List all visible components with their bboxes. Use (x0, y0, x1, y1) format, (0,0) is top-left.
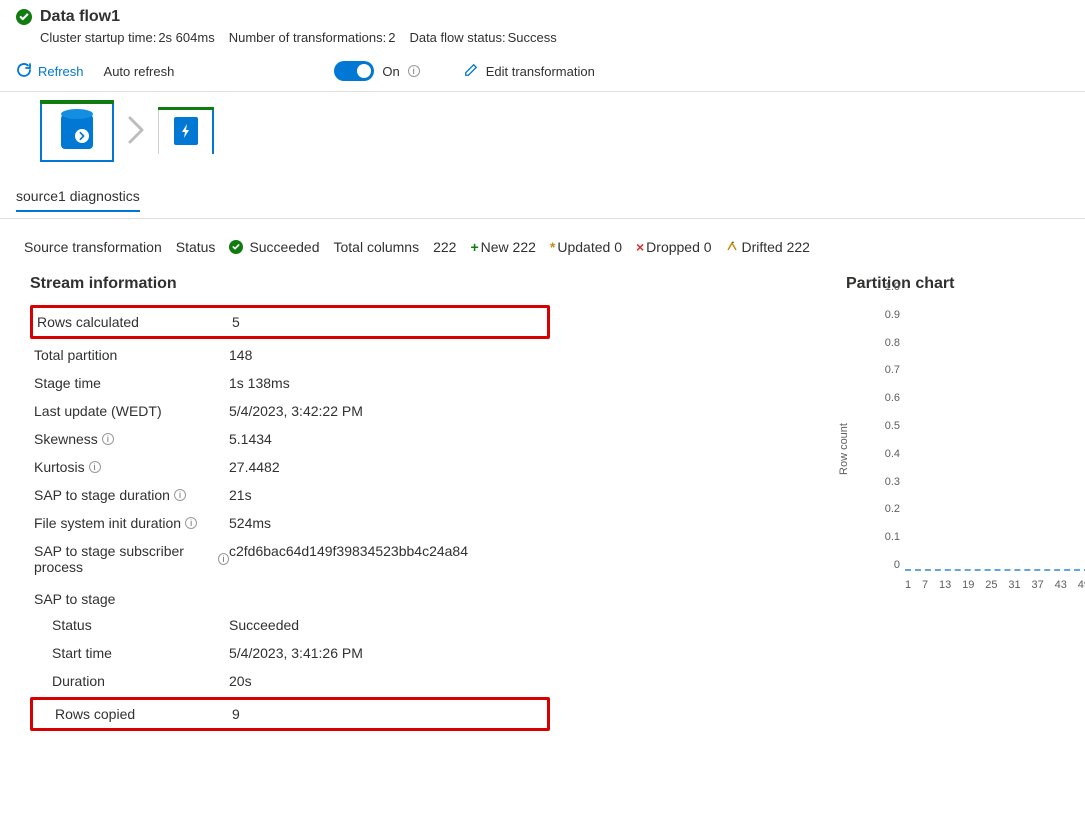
new-stat: +New 222 (470, 239, 535, 255)
rows-copied-row: Rows copied 9 (30, 697, 550, 731)
pencil-icon (464, 63, 478, 80)
toggle-on-label: On (382, 64, 399, 79)
info-icon[interactable]: i (218, 553, 229, 565)
stream-info-table: Rows calculated 5 Total partition 148 St… (30, 305, 550, 731)
last-update-row: Last update (WEDT) 5/4/2023, 3:42:22 PM (30, 397, 550, 425)
sub-start-row: Start time 5/4/2023, 3:41:26 PM (30, 639, 550, 667)
stage-time-row: Stage time 1s 138ms (30, 369, 550, 397)
total-partition-row: Total partition 148 (30, 341, 550, 369)
info-icon[interactable]: i (174, 489, 186, 501)
refresh-button[interactable]: Refresh (16, 62, 84, 81)
flow-sink-node[interactable] (158, 108, 214, 154)
sub-status-row: Status Succeeded (30, 611, 550, 639)
fs-init-duration-row: File system init durationi 524ms (30, 509, 550, 537)
sap-subscriber-row: SAP to stage subscriber processi c2fd6ba… (30, 537, 550, 581)
flow-source-node[interactable] (40, 100, 114, 162)
chart-y-label: Row count (838, 423, 850, 475)
sub-duration-row: Duration 20s (30, 667, 550, 695)
edit-transformation-button[interactable]: Edit transformation (464, 63, 595, 80)
partition-chart: Row count 00.10.20.30.40.50.60.70.80.91.… (850, 299, 1085, 599)
flow-diagram (0, 92, 1085, 178)
info-icon[interactable]: i (102, 433, 114, 445)
total-columns-value: 222 (433, 239, 456, 255)
total-columns-label: Total columns (334, 239, 420, 255)
sap-to-stage-title: SAP to stage (30, 591, 550, 607)
updated-stat: *Updated 0 (550, 239, 622, 255)
status-value: Succeeded (229, 239, 319, 255)
status-label: Status (176, 239, 216, 255)
summary-row: Source transformation Status Succeeded T… (0, 219, 1085, 269)
kurtosis-row: Kurtosisi 27.4482 (30, 453, 550, 481)
drift-icon (726, 239, 738, 255)
info-icon[interactable]: i (185, 517, 197, 529)
page-title: Data flow1 (40, 8, 120, 26)
dropped-stat: ×Dropped 0 (636, 239, 712, 255)
source-transformation-label: Source transformation (24, 239, 162, 255)
auto-refresh-toggle[interactable] (334, 61, 374, 81)
sap-stage-duration-row: SAP to stage durationi 21s (30, 481, 550, 509)
success-icon (16, 9, 32, 25)
bolt-icon (174, 117, 198, 145)
header-meta: Cluster startup time:2s 604ms Number of … (0, 28, 1085, 53)
info-icon[interactable]: i (408, 65, 420, 77)
success-small-icon (229, 240, 243, 254)
info-icon[interactable]: i (89, 461, 101, 473)
chevron-right-icon (118, 112, 154, 151)
auto-refresh-label: Auto refresh (104, 64, 175, 79)
skewness-row: Skewnessi 5.1434 (30, 425, 550, 453)
database-icon (61, 113, 93, 149)
stream-info-title: Stream information (30, 275, 790, 293)
refresh-icon (16, 62, 32, 81)
drifted-stat: Drifted 222 (726, 239, 810, 255)
rows-calculated-row: Rows calculated 5 (30, 305, 550, 339)
tab-diagnostics[interactable]: source1 diagnostics (16, 188, 140, 212)
